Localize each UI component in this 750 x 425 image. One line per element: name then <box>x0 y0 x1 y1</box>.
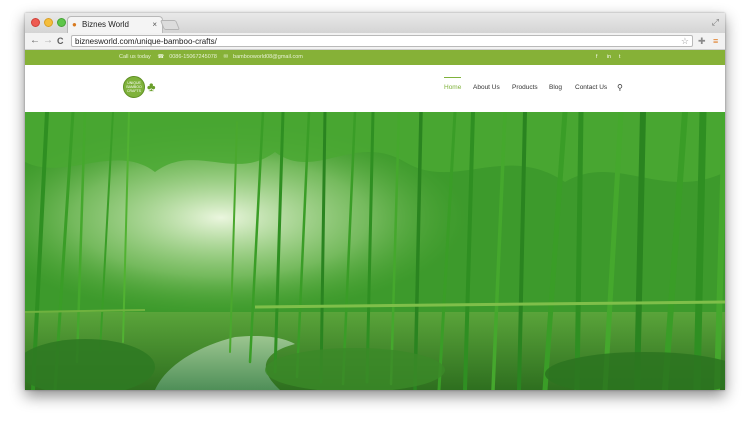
fullscreen-icon[interactable]: ⤢ <box>712 17 719 27</box>
close-window-button[interactable] <box>31 18 40 27</box>
email-icon: ✉ <box>223 54 229 60</box>
zoom-window-button[interactable] <box>57 18 66 27</box>
tab-title: Biznes World <box>82 20 129 29</box>
forward-arrow-icon[interactable]: → <box>43 35 53 47</box>
reload-icon[interactable]: C <box>57 35 64 47</box>
search-icon[interactable]: ⚲ <box>617 82 623 93</box>
minimize-window-button[interactable] <box>44 18 53 27</box>
browser-toolbar: ← → C biznesworld.com/unique-bamboo-craf… <box>25 33 725 50</box>
bamboo-forest-illustration <box>25 112 725 390</box>
favicon-icon: ● <box>72 20 77 29</box>
logo-text: UNIQUE BAMBOO CRAFTS <box>126 81 142 93</box>
address-bar[interactable]: biznesworld.com/unique-bamboo-crafts/ ☆ <box>71 35 693 47</box>
hero-bamboo-image <box>25 112 725 390</box>
nav-products[interactable]: Products <box>512 83 538 93</box>
nav-blog[interactable]: Blog <box>549 83 562 93</box>
tab-close-icon[interactable]: × <box>152 20 157 30</box>
contact-info: Call us today ☎ 0086-15067245078 ✉ bamboow… <box>119 53 308 62</box>
nav-about-us[interactable]: About Us <box>473 83 500 93</box>
nav-home[interactable]: Home <box>444 77 462 93</box>
tab-strip: ● Biznes World × ⤢ <box>25 13 725 34</box>
browser-tab[interactable]: ● Biznes World × <box>67 16 163 33</box>
call-label: Call us today <box>119 54 151 60</box>
bamboo-logo-icon: ♣ <box>147 79 156 94</box>
email-address[interactable]: bambooworld08@gmail.com <box>233 54 303 60</box>
site-top-bar: Call us today ☎ 0086-15067245078 ✉ bamboow… <box>25 50 725 65</box>
facebook-icon[interactable]: f <box>596 53 597 62</box>
browser-window: ● Biznes World × ⤢ ← → C biznesworld.com… <box>25 13 725 390</box>
site-logo[interactable]: UNIQUE BAMBOO CRAFTS <box>123 76 145 98</box>
linkedin-icon[interactable]: in <box>607 53 611 62</box>
nav-contact-us[interactable]: Contact Us <box>575 83 607 93</box>
twitter-icon[interactable]: t <box>619 53 620 62</box>
menu-icon[interactable]: ≡ <box>713 35 718 47</box>
bookmark-star-icon[interactable]: ☆ <box>681 36 689 47</box>
phone-number[interactable]: 0086-15067245078 <box>169 54 217 60</box>
extension-icon[interactable]: ✚ <box>698 35 706 47</box>
site-navbar: UNIQUE BAMBOO CRAFTS ♣ Home About Us Pro… <box>25 65 725 113</box>
back-arrow-icon[interactable]: ← <box>30 35 40 47</box>
address-bar-url[interactable]: biznesworld.com/unique-bamboo-crafts/ <box>75 36 217 47</box>
phone-icon: ☎ <box>157 54 165 60</box>
new-tab-button[interactable] <box>159 20 181 30</box>
